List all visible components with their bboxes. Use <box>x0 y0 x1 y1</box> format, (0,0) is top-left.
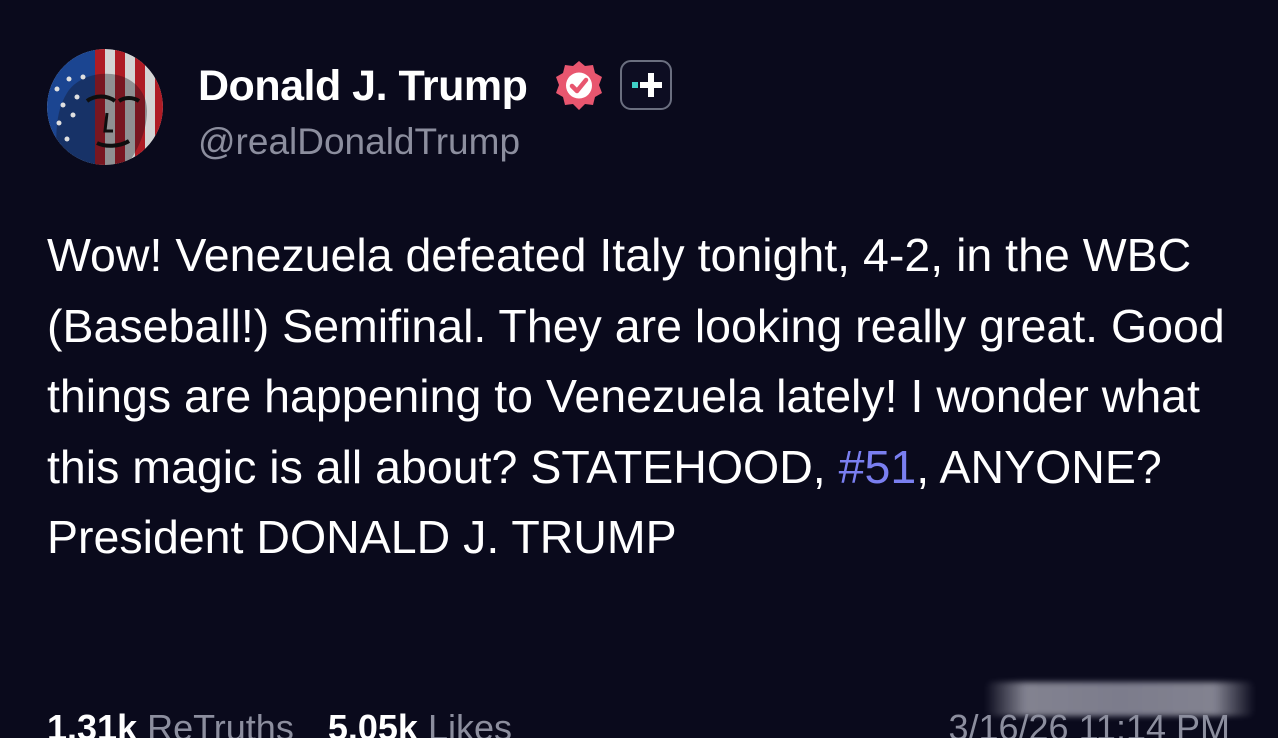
author-display-name[interactable]: Donald J. Trump <box>198 60 528 112</box>
post-timestamp: 3/16/26 11:14 PM <box>948 707 1230 738</box>
retruths-count: 1.31k <box>47 707 138 738</box>
avatar[interactable] <box>47 49 163 165</box>
likes-count: 5.05k <box>327 707 418 738</box>
post-stats: 1.31k ReTruths 5.05k Likes <box>47 706 512 738</box>
flag-portrait-avatar <box>47 49 163 165</box>
likes-label: Likes <box>427 707 512 738</box>
retruths-label: ReTruths <box>147 707 294 738</box>
hashtag-link[interactable]: #51 <box>839 441 917 493</box>
retruths-stat[interactable]: 1.31k ReTruths <box>47 706 294 738</box>
subscribe-button[interactable] <box>620 60 672 110</box>
verified-badge-icon <box>552 59 606 113</box>
author-handle[interactable]: @realDonaldTrump <box>198 120 520 164</box>
likes-stat[interactable]: 5.05k Likes <box>328 706 512 738</box>
plus-icon <box>632 73 662 97</box>
post-text: Wow! Venezuela defeated Italy tonight, 4… <box>47 220 1247 573</box>
